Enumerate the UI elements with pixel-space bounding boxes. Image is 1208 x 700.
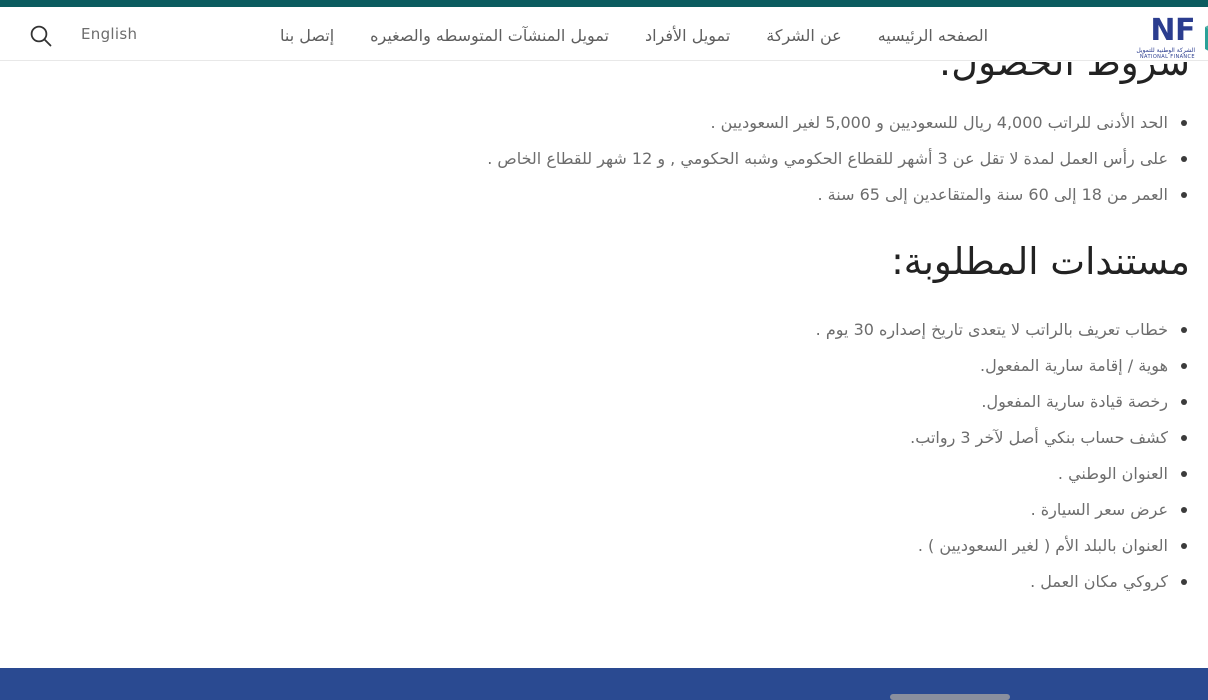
search-icon[interactable] bbox=[28, 23, 54, 49]
horizontal-scrollbar-thumb[interactable] bbox=[890, 694, 1010, 700]
list-item: العنوان الوطني . bbox=[0, 456, 1190, 492]
site-logo[interactable]: NF الشركة الوطنية للتمويل NATIONAL FINAN… bbox=[1136, 16, 1208, 60]
documents-heading: مستندات المطلوبة: bbox=[891, 240, 1190, 284]
language-switch-link[interactable]: English bbox=[81, 25, 137, 43]
list-item: العنوان بالبلد الأم ( لغير السعوديين ) . bbox=[0, 528, 1190, 564]
site-header: English الصفحه الرئيسيه عن الشركة تمويل … bbox=[0, 7, 1208, 61]
nav-item-home[interactable]: الصفحه الرئيسيه bbox=[878, 26, 988, 46]
nav-item-individual-financing[interactable]: تمويل الأفراد bbox=[645, 26, 730, 46]
footer-band bbox=[0, 668, 1208, 694]
list-item: عرض سعر السيارة . bbox=[0, 492, 1190, 528]
top-accent-strip bbox=[0, 0, 1208, 7]
horizontal-scrollbar[interactable] bbox=[0, 694, 1208, 700]
list-item: كروكي مكان العمل . bbox=[0, 564, 1190, 600]
main-navigation: الصفحه الرئيسيه عن الشركة تمويل الأفراد … bbox=[280, 26, 1042, 46]
list-item: خطاب تعريف بالراتب لا يتعدى تاريخ إصداره… bbox=[0, 312, 1190, 348]
list-item: رخصة قيادة سارية المفعول. bbox=[0, 384, 1190, 420]
list-item: الحد الأدنى للراتب 4,000 ريال للسعوديين … bbox=[0, 105, 1190, 141]
nav-item-sme-financing[interactable]: تمويل المنشآت المتوسطه والصغيره bbox=[370, 26, 609, 46]
nav-item-about[interactable]: عن الشركة bbox=[766, 26, 841, 46]
conditions-list: الحد الأدنى للراتب 4,000 ريال للسعوديين … bbox=[0, 105, 1208, 213]
brand-name: NF bbox=[1150, 13, 1195, 48]
nfc-n-logo-icon bbox=[1205, 25, 1208, 51]
brand-subtitle-english: NATIONAL FINANCE bbox=[1139, 54, 1195, 60]
list-item: على رأس العمل لمدة لا تقل عن 3 أشهر للقط… bbox=[0, 141, 1190, 177]
conditions-heading: شروط الحصول: bbox=[938, 62, 1190, 84]
list-item: هوية / إقامة سارية المفعول. bbox=[0, 348, 1190, 384]
nav-item-contact[interactable]: إتصل بنا bbox=[280, 26, 334, 46]
documents-list: خطاب تعريف بالراتب لا يتعدى تاريخ إصداره… bbox=[0, 312, 1208, 600]
list-item: كشف حساب بنكي أصل لآخر 3 رواتب. bbox=[0, 420, 1190, 456]
list-item: العمر من 18 إلى 60 سنة والمتقاعدين إلى 6… bbox=[0, 177, 1190, 213]
page-content: شروط الحصول: الحد الأدنى للراتب 4,000 ري… bbox=[0, 62, 1208, 668]
brand-wordmark: NF الشركة الوطنية للتمويل NATIONAL FINAN… bbox=[1136, 16, 1195, 60]
